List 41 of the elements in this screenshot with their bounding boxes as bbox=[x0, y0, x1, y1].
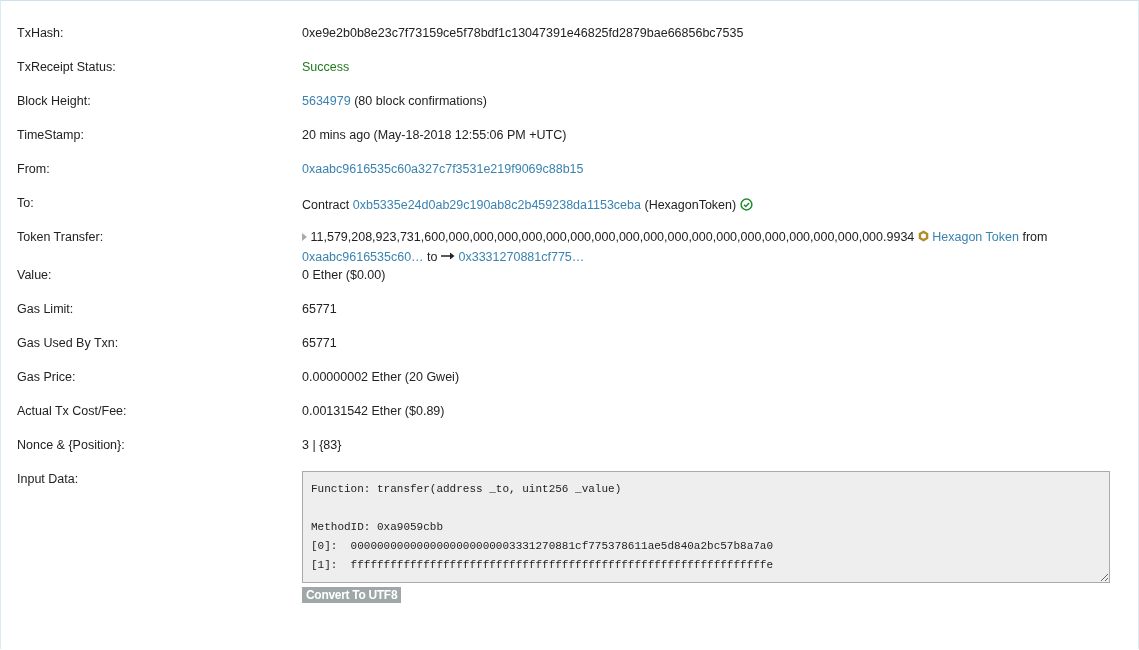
value-text: 0xe9e2b0b8e23c7f73159ce5f78bdf1c13047391e46825fd2879bae66856bc7535 bbox=[302, 26, 744, 40]
value-link[interactable]: 0x3331270881cf775… bbox=[458, 250, 585, 264]
field-label: TxReceipt Status: bbox=[17, 59, 117, 76]
field-label: Token Transfer: bbox=[17, 229, 105, 246]
value-text: 65771 bbox=[302, 336, 337, 350]
check-circle-icon bbox=[739, 198, 753, 211]
value-text: 20 mins ago (May-18-2018 12:55:06 PM +UTC) bbox=[302, 128, 567, 142]
value-text: 11,579,208,923,731,600,000,000,000,000,000,000,000,000,000,000,000,000,000,000,000,000,000,000.9934 bbox=[310, 230, 915, 244]
field-label: Input Data: bbox=[17, 471, 80, 488]
field-label: Gas Price: bbox=[17, 369, 77, 386]
value-text: (80 block confirmations) bbox=[354, 94, 487, 108]
value-link[interactable]: 5634979 bbox=[302, 94, 351, 108]
value-link[interactable]: Hexagon Token bbox=[932, 230, 1019, 244]
convert-button[interactable]: Convert To UTF8 bbox=[302, 587, 402, 603]
value-text: to bbox=[427, 250, 438, 264]
value-text: 0.00000002 Ether (20 Gwei) bbox=[302, 370, 460, 384]
field-label: From: bbox=[17, 161, 51, 178]
input-data-field[interactable]: Function: transfer(address _to, uint256 _value) MethodID: 0xa9059cbb [0]: 0000000000000000000000003331270881cf775378611ae5d840a2bc57b8a7a0 [1]: fffffffffffffffffffffffffffffffffffffffffffffffffffffffffffffffe bbox=[302, 471, 1110, 583]
arrow-right-icon bbox=[441, 252, 456, 260]
caret-icon[interactable] bbox=[302, 233, 307, 241]
value-text: Contract bbox=[302, 198, 350, 212]
value-text: 0.00131542 Ether ($0.89) bbox=[302, 404, 445, 418]
field-label: TimeStamp: bbox=[17, 127, 85, 144]
hexagon-icon bbox=[917, 230, 929, 242]
value-link[interactable]: 0xaabc9616535c60a327c7f3531e219f9069c88b15 bbox=[302, 162, 584, 176]
field-label: TxHash: bbox=[17, 25, 65, 42]
value-text: 65771 bbox=[302, 302, 337, 316]
field-label: Nonce & {Position}: bbox=[17, 437, 126, 454]
field-label: Block Height: bbox=[17, 93, 92, 110]
value-link[interactable]: 0xb5335e24d0ab29c190ab8c2b459238da1153ceba bbox=[352, 198, 641, 212]
value-text: (HexagonToken) bbox=[644, 198, 737, 212]
value-text: 0 Ether ($0.00) bbox=[302, 268, 386, 282]
value-link[interactable]: 0xaabc9616535c60… bbox=[302, 250, 424, 264]
field-label: Actual Tx Cost/Fee: bbox=[17, 403, 128, 420]
field-label: Gas Limit: bbox=[17, 301, 75, 318]
field-label: To: bbox=[17, 195, 35, 212]
value-text: from bbox=[1022, 230, 1048, 244]
field-label: Value: bbox=[17, 267, 53, 284]
field-label: Gas Used By Txn: bbox=[17, 335, 120, 352]
status-text: Success bbox=[302, 60, 350, 74]
value-text: 3 | {83} bbox=[302, 438, 342, 452]
